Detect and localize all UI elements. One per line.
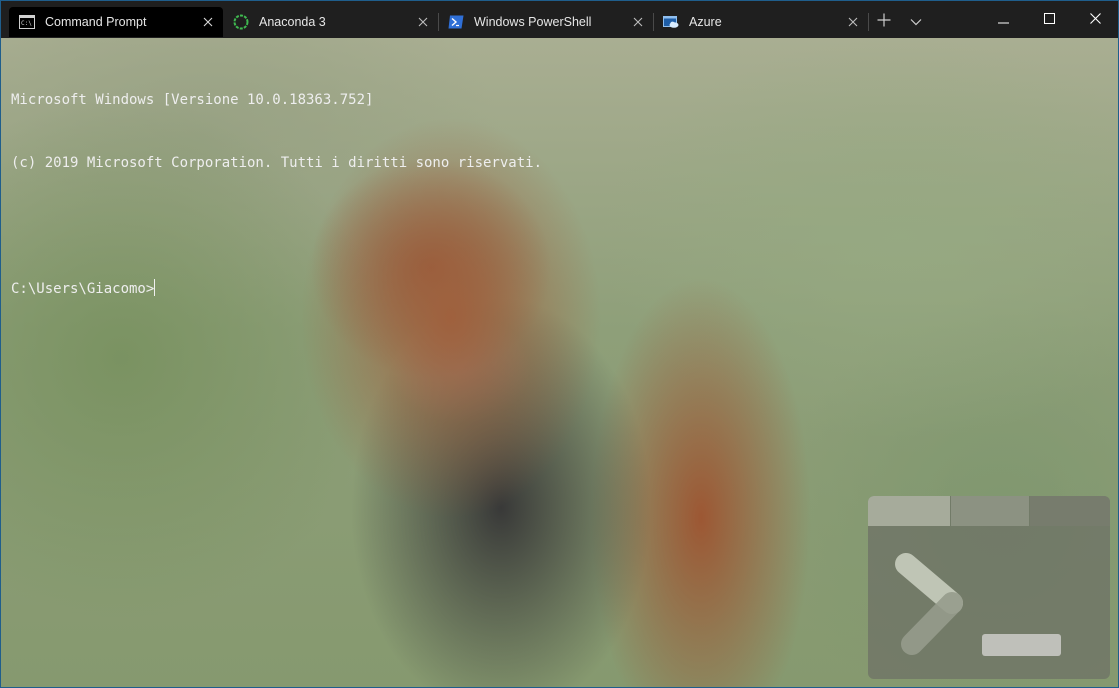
tab-label: Azure: [689, 15, 722, 29]
maximize-icon: [1043, 11, 1055, 29]
anaconda-icon: [233, 14, 249, 30]
tab-label: Windows PowerShell: [474, 15, 592, 29]
tab-command-prompt[interactable]: C:\ Command Prompt: [9, 7, 223, 37]
powershell-icon: [448, 14, 464, 30]
close-icon[interactable]: [414, 13, 432, 31]
tab-bar: C:\ Command Prompt Anaconda 3 Windows Po…: [1, 1, 1118, 38]
terminal-prompt-icon: [895, 553, 1061, 656]
command-prompt-icon: C:\: [19, 14, 35, 30]
prompt-line[interactable]: C:\Users\Giacomo>: [11, 279, 542, 300]
tab-separator: [868, 13, 869, 31]
title-drag-area[interactable]: [932, 1, 980, 38]
close-icon[interactable]: [629, 13, 647, 31]
tab-windows-powershell[interactable]: Windows PowerShell: [438, 7, 654, 37]
text-cursor: [154, 279, 156, 296]
prompt-text: C:\Users\Giacomo>: [11, 281, 155, 297]
tab-label: Anaconda 3: [259, 15, 326, 29]
new-tab-button[interactable]: [868, 7, 900, 37]
tab-anaconda-3[interactable]: Anaconda 3: [223, 7, 439, 37]
windows-terminal-logo-watermark: [868, 496, 1110, 679]
close-icon[interactable]: [199, 13, 217, 31]
svg-text:C:\: C:\: [21, 20, 32, 27]
minimize-button[interactable]: [980, 1, 1026, 38]
minimize-icon: [997, 11, 1009, 29]
azure-cloud-shell-icon: [663, 14, 679, 30]
console-line: (c) 2019 Microsoft Corporation. Tutti i …: [11, 155, 543, 171]
tab-label: Command Prompt: [45, 15, 147, 29]
terminal-pane[interactable]: Microsoft Windows [Versione 10.0.18363.7…: [1, 38, 1118, 687]
chevron-down-icon: [910, 13, 922, 31]
windows-terminal-window: C:\ Command Prompt Anaconda 3 Windows Po…: [0, 0, 1119, 688]
profiles-dropdown-button[interactable]: [900, 7, 932, 37]
maximize-button[interactable]: [1026, 1, 1072, 38]
close-icon[interactable]: [844, 13, 862, 31]
console-line: Microsoft Windows [Versione 10.0.18363.7…: [11, 92, 374, 108]
tab-azure[interactable]: Azure: [653, 7, 869, 37]
console-output: Microsoft Windows [Versione 10.0.18363.7…: [11, 48, 542, 342]
close-icon: [1089, 11, 1101, 29]
plus-icon: [877, 13, 891, 32]
close-window-button[interactable]: [1072, 1, 1118, 38]
